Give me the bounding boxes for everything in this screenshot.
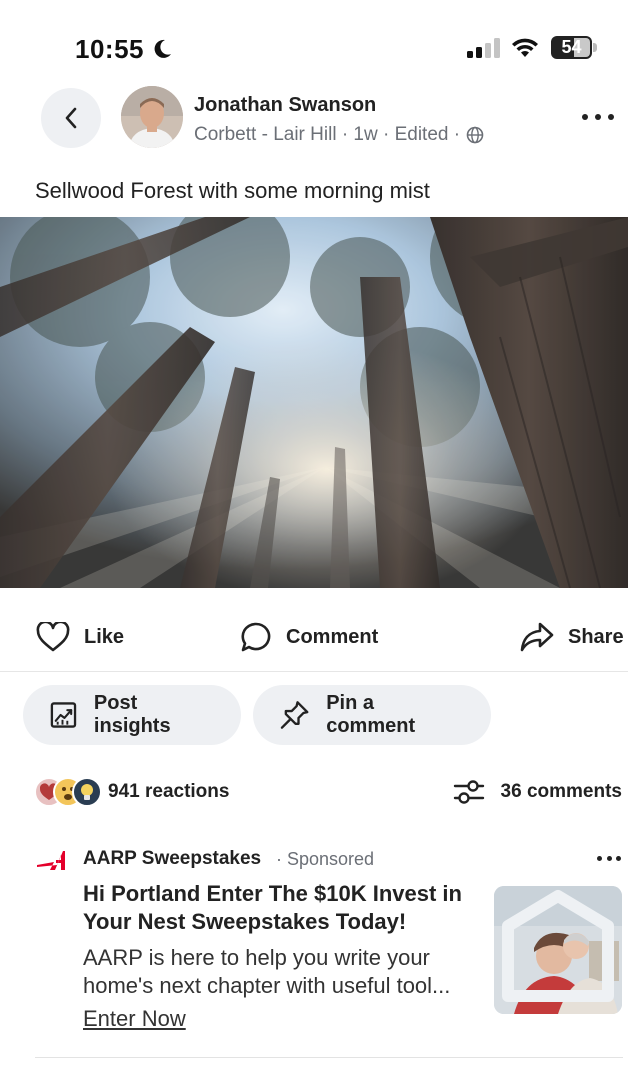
- globe-icon: [466, 126, 484, 144]
- like-label: Like: [84, 625, 125, 648]
- reaction-icons: [34, 775, 102, 809]
- ad-body: AARP is here to help you write your home…: [83, 944, 483, 1000]
- share-button[interactable]: Share: [520, 606, 624, 668]
- comment-bubble-icon: [241, 622, 271, 652]
- post-stats: 941 reactions 36 comments: [0, 770, 628, 814]
- post-insights-button[interactable]: Post insights: [23, 685, 241, 745]
- post-text: Sellwood Forest with some morning mist: [35, 178, 430, 203]
- ad-body-line2: home's next chapter with useful tool...: [83, 973, 451, 998]
- post-insights-label: Post insights: [93, 692, 171, 737]
- heart-icon: [36, 622, 70, 652]
- chevron-left-icon: [65, 107, 77, 129]
- post-more-button[interactable]: [582, 108, 614, 126]
- author-name[interactable]: Jonathan Swanson: [194, 94, 376, 117]
- ad-brand-name[interactable]: AARP Sweepstakes: [83, 848, 261, 870]
- battery-level: 54: [561, 37, 582, 57]
- pin-comment-label: Pin a comment: [326, 692, 416, 737]
- status-time: 10:55: [75, 34, 144, 64]
- signal-icon: [467, 38, 500, 58]
- insights-chart-icon: [50, 702, 77, 728]
- comment-label: Comment: [286, 625, 379, 648]
- post-meta-text: Corbett - Lair Hill · 1w · Edited ·: [194, 124, 461, 145]
- reactions-summary[interactable]: 941 reactions: [34, 774, 229, 810]
- post-image[interactable]: [0, 217, 628, 588]
- filter-sliders-icon: [453, 780, 484, 804]
- reactions-count: 941 reactions: [108, 781, 230, 802]
- ad-body-line1: AARP is here to help you write your: [83, 945, 430, 970]
- post-meta: Corbett - Lair Hill · 1w · Edited ·: [194, 124, 484, 146]
- ad-headline[interactable]: Hi Portland Enter The $10K Invest in You…: [83, 880, 483, 936]
- pin-comment-button[interactable]: Pin a comment: [253, 685, 491, 745]
- share-label: Share: [568, 625, 624, 648]
- post-header: Jonathan Swanson Corbett - Lair Hill · 1…: [0, 86, 628, 148]
- comments-summary[interactable]: 36 comments: [453, 774, 622, 810]
- ad-image[interactable]: [494, 886, 622, 1014]
- like-button[interactable]: Like: [36, 606, 124, 668]
- sponsored-ad[interactable]: AARP Sweepstakes · Sponsored Hi Portland…: [0, 840, 628, 1040]
- battery-icon: 54: [551, 36, 597, 59]
- actions-divider: [0, 671, 628, 672]
- feed-divider: [35, 1057, 623, 1058]
- post-actions: Like Comment Share: [0, 606, 628, 668]
- status-bar: 10:55 54: [0, 0, 628, 96]
- share-arrow-icon: [520, 622, 554, 652]
- lightbulb-reaction-icon: [72, 777, 102, 807]
- comment-button[interactable]: Comment: [240, 606, 378, 668]
- wifi-icon: [512, 38, 538, 57]
- moon-icon: [154, 39, 171, 58]
- aarp-logo-icon: [37, 851, 65, 870]
- author-avatar[interactable]: [121, 86, 183, 148]
- back-button[interactable]: [41, 88, 101, 148]
- ad-more-button[interactable]: [597, 854, 621, 862]
- comments-count: 36 comments: [500, 781, 622, 802]
- pin-icon: [280, 701, 309, 729]
- ad-sponsored-label: · Sponsored: [276, 849, 375, 869]
- ad-cta-link[interactable]: Enter Now: [83, 1006, 186, 1032]
